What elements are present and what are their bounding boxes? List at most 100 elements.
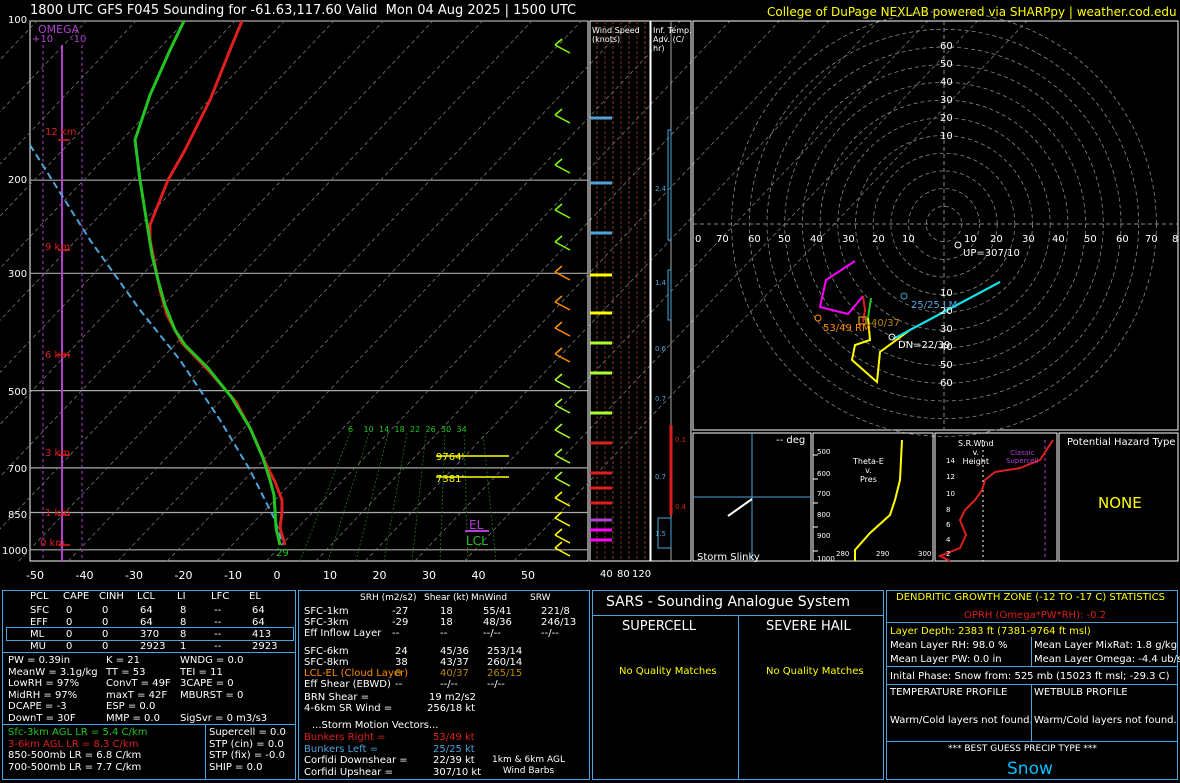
dgz-rh: Mean Layer RH: 98.0 % [890,640,1008,651]
storm-motion-label: Corfidi Downshear = [304,755,408,766]
hodo-x-label: 70 [716,234,729,245]
sars-vdivider [738,615,739,780]
level-7381: 7381' [436,474,465,485]
parcel-header: LI [177,591,186,602]
kin-cell: SFC-1km [304,606,349,617]
wind-barb-icon [554,534,571,544]
hodo-x-label: 10 [902,234,915,245]
wind-barb-flag-icon [554,347,563,355]
height-label-9km: 9 km [45,242,71,253]
wind-barb-icon [554,44,571,54]
hodo-x-label: 50 [778,234,791,245]
kin-cell: --/-- [487,679,505,690]
pressure-label-300: 300 [8,269,28,280]
index-value: 3CAPE = 0 [180,678,234,689]
windspeed-tick-80: 80 [617,569,630,580]
sars-supercell-result: No Quality Matches [619,666,717,677]
kin-cell: 38 [395,657,408,668]
height-label-0km: 0 km [40,538,66,549]
kin-header: SRH (m2/s2) [360,593,417,603]
tadv-title: Inf. Temp. Adv. (C/ hr) [653,26,692,53]
index-value: K = 21 [106,655,141,666]
index-value: PW = 0.39in [8,655,71,666]
wind-barb-icon [554,327,571,337]
kin-cell: -- [392,628,400,639]
mixing-ratio-label: 10 [363,425,374,434]
kin-cell: 45/36 [440,646,469,657]
parcel-cell: 2923 [140,641,166,652]
parcel-cell: -- [214,641,222,652]
kin-cell: -27 [392,606,409,617]
tadv-bar [667,269,672,321]
index-value: TT = 53 [106,666,146,678]
kin-brn-value: 19 m2/s2 [429,692,476,703]
index-value: WNDG = 0.0 [180,655,244,666]
dgz-temp-value: Warm/Cold layers not found. [890,715,1033,726]
kin-cell: -- [395,679,403,690]
composite-param: STP (cin) = 0.0 [209,738,284,750]
slinky-deg: -- deg [776,435,806,446]
pressure-label-850: 850 [8,510,28,521]
lapse-rate: 3-6km AGL LR = 8.3 C/km [8,738,139,750]
dgz-wb-value: Warm/Cold layers not found. [1034,715,1177,726]
kin-cell: 55/41 [483,606,512,617]
hodo-x-label: 10 [964,234,977,245]
kin-header: SRW [530,593,551,603]
height-label-12km: 12 km [45,127,77,138]
isotherm [68,20,582,562]
temp-tick-label: 40 [471,569,486,582]
kin-cell: 24 [395,646,408,657]
dgz-phase: Inital Phase: Snow from: 525 mb (15023 f… [890,671,1170,682]
hodo-x-label: 8 [1172,234,1179,245]
kin-cell: 260/14 [487,657,523,668]
mixing-ratio-line [383,432,408,562]
kin-cell: SFC-8km [304,657,349,668]
theta-y-label: 900 [817,532,831,540]
mixing-ratio-line [299,432,351,562]
hodo-dn-label: DN=22/39 [898,340,951,351]
kin-cell: --/-- [440,679,458,690]
theta-x-label: 290 [876,550,890,558]
storm-motion-value: 25/25 kt [433,743,475,755]
hodo-up-marker [954,241,962,249]
dgz-temp-title: TEMPERATURE PROFILE [890,687,1008,698]
sars-title: SARS - Sounding Analogue System [606,594,850,610]
wind-barb-flag-icon [554,235,563,243]
pressure-label-700: 700 [8,464,28,475]
index-value: DCAPE = -3 [8,701,67,712]
wind-barb-icon [554,477,571,487]
kin-cell: Eff Inflow Layer [304,628,382,639]
lapse-vdivider [205,724,206,780]
kin-cell: 43/37 [440,657,469,668]
sars-hail: SEVERE HAIL [766,619,851,634]
parcel-header: LFC [211,591,230,602]
mixing-ratio-label: 34 [456,425,467,434]
isotherm [0,20,38,61]
composite-param: SHIP = 0.0 [209,761,263,773]
temp-tick-label: 50 [521,569,535,582]
hodo-ring-label: 60 [940,41,953,52]
wind-barb-icon [554,353,571,363]
index-value: LowRH = 97% [8,678,80,689]
wind-barb-flag-icon [554,203,563,211]
storm-motion-title: ...Storm Motion Vectors... [312,720,439,731]
temp-tick-label: -10 [224,569,242,582]
hodo-x-label: 0 [695,234,702,245]
hazard-value: NONE [1098,494,1142,512]
hodo-x-label: 20 [990,234,1003,245]
isotherm [266,20,780,562]
kin-header: Shear (kt) [424,593,469,603]
kin-cell: SFC-6km [304,646,349,657]
parcel-cell: 0 [66,641,73,652]
kin-cell: 246/13 [541,617,577,628]
windspeed-title: Wind Speed (knots) [592,26,640,44]
hodo-lm-marker [900,292,908,300]
kin-cell: -- [440,628,448,639]
tadv-value-label: 0.6 [655,345,667,353]
dgz-vdivider [1031,684,1032,741]
storm-motion-value: 22/39 kt [433,755,475,766]
theta-y-label: 700 [817,490,831,498]
tadv-value-label: 0.7 [655,395,667,403]
srwind-y-label: 10 [946,490,955,498]
wind-barb-icon [554,404,571,414]
